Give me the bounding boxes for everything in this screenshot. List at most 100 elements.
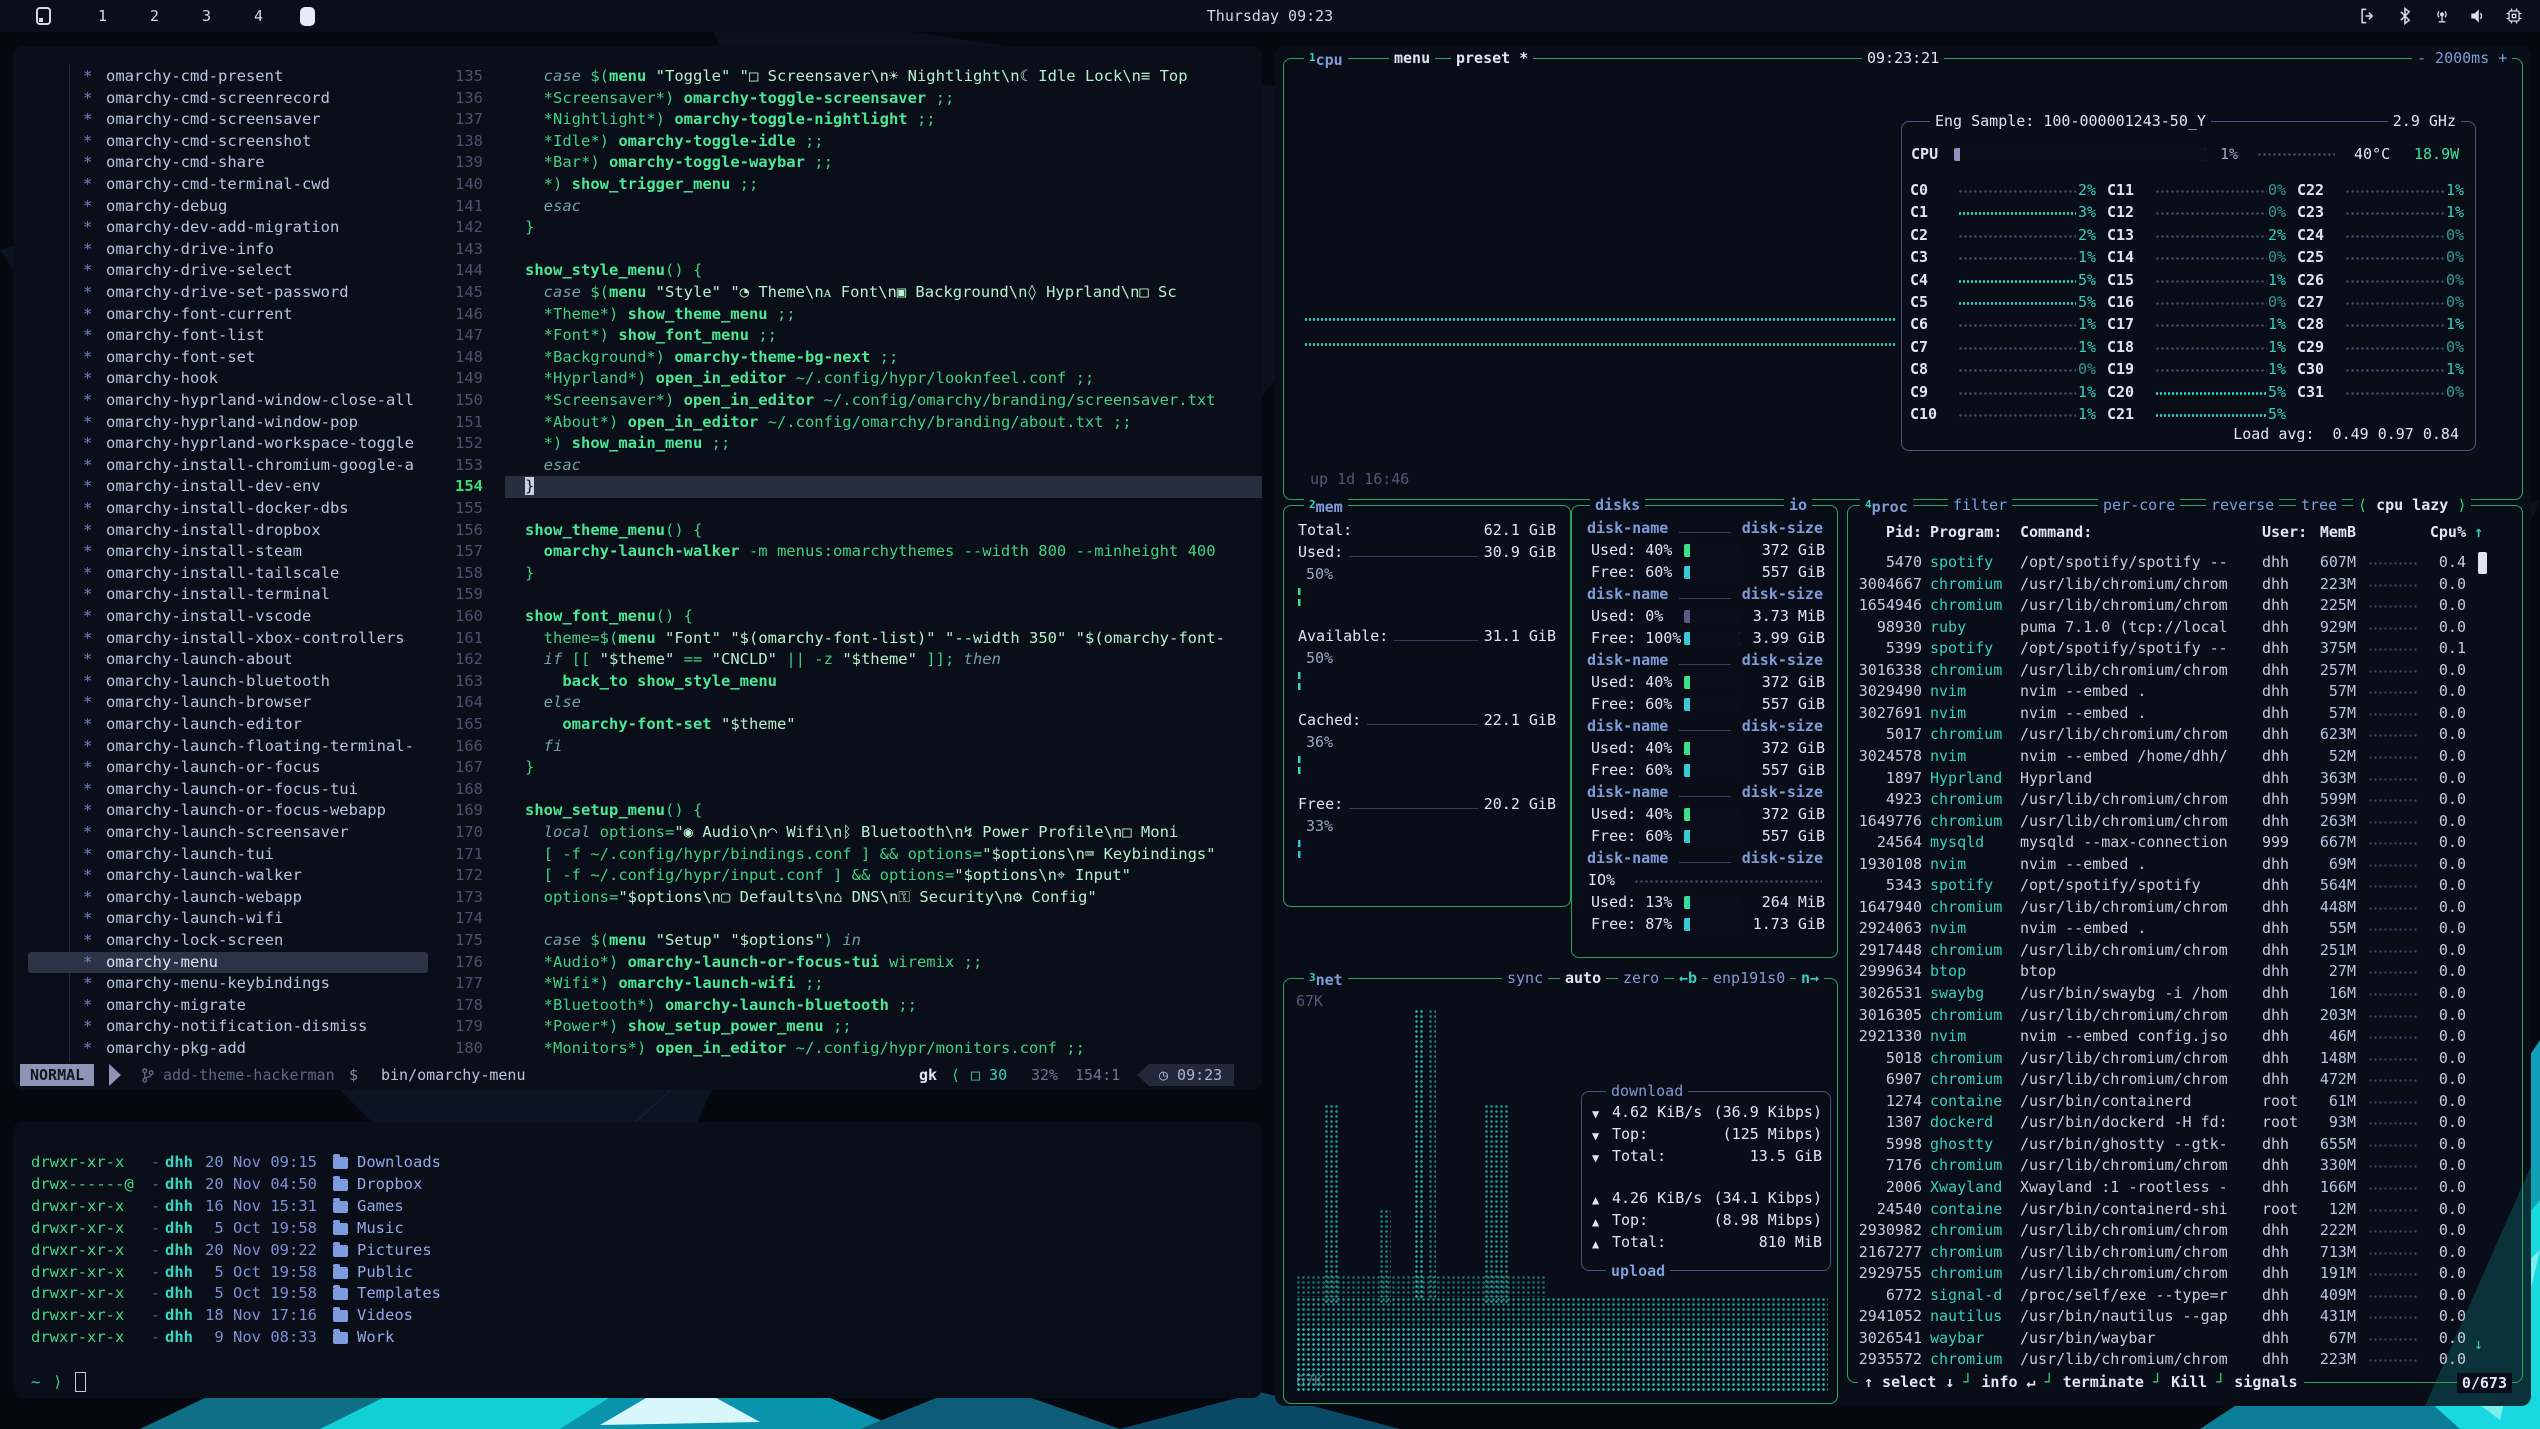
file-item[interactable]: *omarchy-launch-wifi	[28, 908, 428, 930]
file-item[interactable]: *omarchy-launch-webapp	[28, 887, 428, 909]
cpu-tab-preset[interactable]: preset *	[1451, 48, 1533, 68]
file-item[interactable]: *omarchy-launch-or-focus	[28, 757, 428, 779]
file-item[interactable]: *omarchy-launch-editor	[28, 714, 428, 736]
net-tab-sync[interactable]: sync	[1502, 968, 1548, 988]
logout-icon[interactable]	[2358, 6, 2378, 26]
process-row[interactable]: 5343spotify/opt/spotify/spotifydhh564M0.…	[1848, 875, 2520, 897]
file-item[interactable]: *omarchy-drive-select	[28, 260, 428, 282]
process-row[interactable]: 6772signal-d/proc/self/exe --type=rdhh40…	[1848, 1285, 2520, 1307]
file-item[interactable]: *omarchy-drive-info	[28, 239, 428, 261]
proc-tab-tree[interactable]: tree	[2296, 495, 2342, 515]
process-row[interactable]: 5998ghostty/usr/bin/ghostty --gtk-dhh655…	[1848, 1134, 2520, 1156]
file-item[interactable]: *omarchy-launch-walker	[28, 865, 428, 887]
file-item[interactable]: *omarchy-dev-add-migration	[28, 217, 428, 239]
file-item[interactable]: *omarchy-notification-dismiss	[28, 1016, 428, 1038]
file-item[interactable]: *omarchy-install-dropbox	[28, 520, 428, 542]
file-item[interactable]: *omarchy-launch-browser	[28, 692, 428, 714]
file-item[interactable]: *omarchy-debug	[28, 196, 428, 218]
process-row[interactable]: 4923chromium/usr/lib/chromium/chromdhh59…	[1848, 789, 2520, 811]
file-item[interactable]: *omarchy-launch-bluetooth	[28, 671, 428, 693]
file-item[interactable]: *omarchy-drive-set-password	[28, 282, 428, 304]
file-item[interactable]: *omarchy-cmd-screensaver	[28, 109, 428, 131]
process-row[interactable]: 5399spotify/opt/spotify/spotify --dhh375…	[1848, 638, 2520, 660]
file-item[interactable]: *omarchy-font-list	[28, 325, 428, 347]
process-row[interactable]: 2167277chromium/usr/lib/chromium/chromdh…	[1848, 1242, 2520, 1264]
process-row[interactable]: 3016305chromium/usr/lib/chromium/chromdh…	[1848, 1005, 2520, 1027]
process-row[interactable]: 3029490nvimnvim --embed .dhh57M0.0	[1848, 681, 2520, 703]
update-interval-control[interactable]: - 2000ms +	[2412, 48, 2512, 68]
chip-icon[interactable]	[2504, 6, 2524, 26]
proc-action[interactable]: ↑ select ↓	[1864, 1373, 1954, 1391]
file-item[interactable]: *omarchy-launch-tui	[28, 844, 428, 866]
process-row[interactable]: 2999634btopbtopdhh27M0.0	[1848, 961, 2520, 983]
process-row[interactable]: 2941052nautilus/usr/bin/nautilus --gapdh…	[1848, 1306, 2520, 1328]
process-row[interactable]: 1274containe/usr/bin/containerdroot61M0.…	[1848, 1091, 2520, 1113]
volume-icon[interactable]	[2468, 6, 2488, 26]
proc-action[interactable]: signals	[2234, 1373, 2297, 1391]
file-item[interactable]: *omarchy-install-xbox-controllers	[28, 628, 428, 650]
proc-action[interactable]: terminate	[2063, 1373, 2144, 1391]
file-item[interactable]: *omarchy-hyprland-window-close-all	[28, 390, 428, 412]
io-box-title[interactable]: io	[1784, 495, 1812, 515]
process-row[interactable]: 2006XwaylandXwayland :1 -rootless -dhh16…	[1848, 1177, 2520, 1199]
file-item[interactable]: *omarchy-menu	[28, 952, 428, 974]
file-item[interactable]: *omarchy-launch-floating-terminal-	[28, 736, 428, 758]
proc-action[interactable]: info ↵	[1981, 1373, 2035, 1391]
file-item[interactable]: *omarchy-lock-screen	[28, 930, 428, 952]
process-row[interactable]: 24564mysqldmysqld --max-connection999667…	[1848, 832, 2520, 854]
proc-tab-filter[interactable]: filter	[1948, 495, 2012, 515]
process-row[interactable]: 2917448chromium/usr/lib/chromium/chromdh…	[1848, 940, 2520, 962]
process-row[interactable]: 7176chromium/usr/lib/chromium/chromdhh33…	[1848, 1155, 2520, 1177]
net-iface-prev[interactable]: ←b	[1674, 968, 1702, 988]
process-row[interactable]: 98930rubypuma 7.1.0 (tcp://localdhh929M0…	[1848, 617, 2520, 639]
file-item[interactable]: *omarchy-launch-about	[28, 649, 428, 671]
process-row[interactable]: 1307dockerd/usr/bin/dockerd -H fd:root93…	[1848, 1112, 2520, 1134]
file-item[interactable]: *omarchy-font-set	[28, 347, 428, 369]
file-item[interactable]: *omarchy-launch-screensaver	[28, 822, 428, 844]
process-row[interactable]: 1654946chromium/usr/lib/chromium/chromdh…	[1848, 595, 2520, 617]
file-item[interactable]: *omarchy-pkg-add	[28, 1038, 428, 1060]
file-item[interactable]: *omarchy-hyprland-window-pop	[28, 412, 428, 434]
file-item[interactable]: *omarchy-install-docker-dbs	[28, 498, 428, 520]
process-row[interactable]: 24540containe/usr/bin/containerd-shiroot…	[1848, 1199, 2520, 1221]
file-item[interactable]: *omarchy-install-steam	[28, 541, 428, 563]
process-row[interactable]: 2921330nvimnvim --embed config.jsodhh46M…	[1848, 1026, 2520, 1048]
file-item[interactable]: *omarchy-launch-or-focus-tui	[28, 779, 428, 801]
proc-tab-reverse[interactable]: reverse	[2206, 495, 2279, 515]
process-row[interactable]: 2930982chromium/usr/lib/chromium/chromdh…	[1848, 1220, 2520, 1242]
file-item[interactable]: *omarchy-install-terminal	[28, 584, 428, 606]
file-item[interactable]: *omarchy-cmd-terminal-cwd	[28, 174, 428, 196]
file-item[interactable]: *omarchy-cmd-present	[28, 66, 428, 88]
process-row[interactable]: 1647940chromium/usr/lib/chromium/chromdh…	[1848, 897, 2520, 919]
process-row[interactable]: 3024578nvimnvim --embed /home/dhh/dhh52M…	[1848, 746, 2520, 768]
bluetooth-icon[interactable]	[2395, 6, 2415, 26]
proc-tab-per-core[interactable]: per-core	[2098, 495, 2180, 515]
file-item[interactable]: *omarchy-install-tailscale	[28, 563, 428, 585]
process-row[interactable]: 3004667chromium/usr/lib/chromium/chromdh…	[1848, 574, 2520, 596]
file-item[interactable]: *omarchy-hyprland-workspace-toggle	[28, 433, 428, 455]
file-item[interactable]: *omarchy-cmd-screenshot	[28, 131, 428, 153]
process-row[interactable]: 2924063nvimnvim --embed .dhh55M0.0	[1848, 918, 2520, 940]
file-item[interactable]: *omarchy-launch-or-focus-webapp	[28, 800, 428, 822]
proc-scroll-down-icon[interactable]: ↓	[2474, 1334, 2483, 1355]
file-item[interactable]: *omarchy-install-chromium-google-a	[28, 455, 428, 477]
terminal-window[interactable]: drwxr-xr-x-dhh20 Nov 09:15Downloadsdrwx-…	[13, 1122, 1262, 1398]
network-icon[interactable]	[2431, 6, 2453, 26]
process-row[interactable]: 2929755chromium/usr/lib/chromium/chromdh…	[1848, 1263, 2520, 1285]
file-item[interactable]: *omarchy-font-current	[28, 304, 428, 326]
process-row[interactable]: 3026531swaybg/usr/bin/swaybg -i /homdhh1…	[1848, 983, 2520, 1005]
net-iface-next[interactable]: n→	[1796, 968, 1824, 988]
file-item[interactable]: *omarchy-cmd-screenrecord	[28, 88, 428, 110]
proc-scrollbar-thumb[interactable]	[2478, 552, 2487, 574]
process-row[interactable]: 5018chromium/usr/lib/chromium/chromdhh14…	[1848, 1048, 2520, 1070]
file-item[interactable]: *omarchy-install-dev-env	[28, 476, 428, 498]
file-item[interactable]: *omarchy-cmd-share	[28, 152, 428, 174]
process-row[interactable]: 1897HyprlandHyprlanddhh363M0.0	[1848, 768, 2520, 790]
file-item[interactable]: *omarchy-menu-keybindings	[28, 973, 428, 995]
process-row[interactable]: 5017chromium/usr/lib/chromium/chromdhh62…	[1848, 724, 2520, 746]
net-tab-auto[interactable]: auto	[1560, 968, 1606, 988]
net-tab-zero[interactable]: zero	[1618, 968, 1664, 988]
process-row[interactable]: 1649776chromium/usr/lib/chromium/chromdh…	[1848, 811, 2520, 833]
proc-action[interactable]: Kill	[2171, 1373, 2207, 1391]
process-row[interactable]: 5470spotify/opt/spotify/spotify --dhh607…	[1848, 552, 2520, 574]
